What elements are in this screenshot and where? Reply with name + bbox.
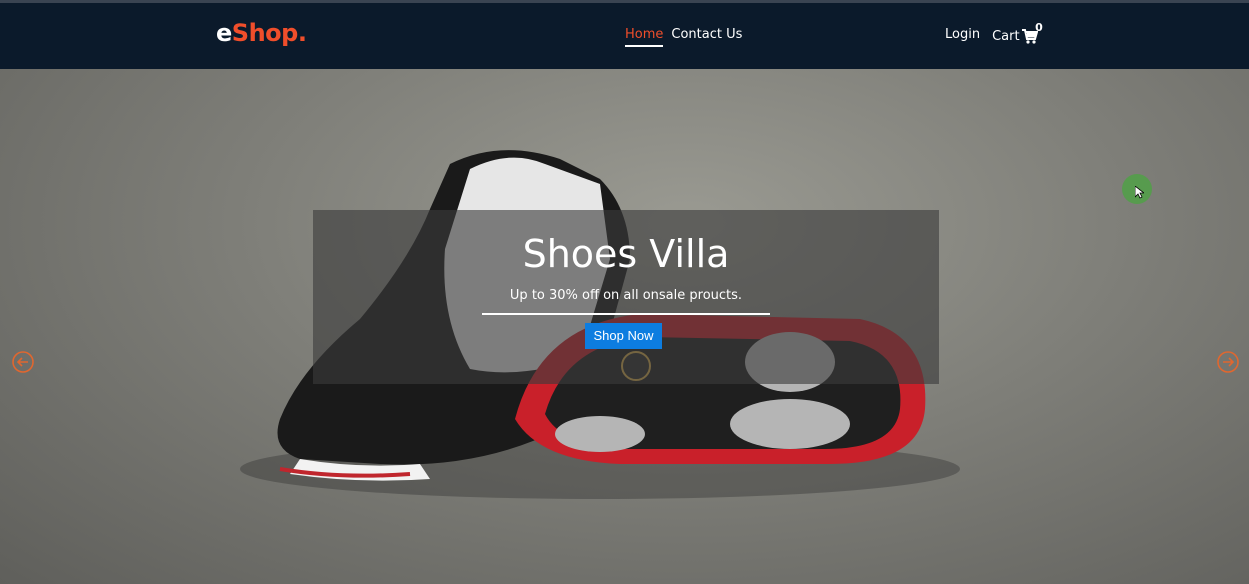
hero-title: Shoes Villa (522, 232, 730, 276)
nav-contact-link[interactable]: Contact Us (671, 27, 742, 47)
logo-e: e (216, 19, 232, 47)
hero-divider (482, 313, 770, 315)
brand-logo[interactable]: eShop. (216, 19, 307, 47)
login-link[interactable]: Login (945, 27, 980, 45)
cart-link[interactable]: Cart 0 (992, 21, 1043, 44)
cart-label: Cart (992, 28, 1020, 44)
carousel-next-button[interactable] (1216, 350, 1240, 374)
arrow-left-circle-icon (12, 351, 34, 373)
arrow-right-circle-icon (1217, 351, 1239, 373)
cart-count-badge: 0 (1035, 20, 1043, 34)
main-nav: Home Contact Us (625, 27, 742, 47)
navbar: eShop. Home Contact Us Login Cart 0 (0, 3, 1249, 69)
logo-shop: Shop. (231, 19, 307, 47)
hero-carousel: Shoes Villa Up to 30% off on all onsale … (0, 69, 1249, 584)
nav-home-link[interactable]: Home (625, 27, 664, 47)
carousel-prev-button[interactable] (11, 350, 35, 374)
shop-now-button[interactable]: Shop Now (585, 323, 662, 349)
hero-subtitle: Up to 30% off on all onsale proucts. (509, 288, 743, 303)
nav-right: Login Cart 0 (945, 21, 1043, 45)
hero-caption: Shoes Villa Up to 30% off on all onsale … (313, 210, 939, 384)
mouse-cursor-icon (1135, 186, 1144, 199)
